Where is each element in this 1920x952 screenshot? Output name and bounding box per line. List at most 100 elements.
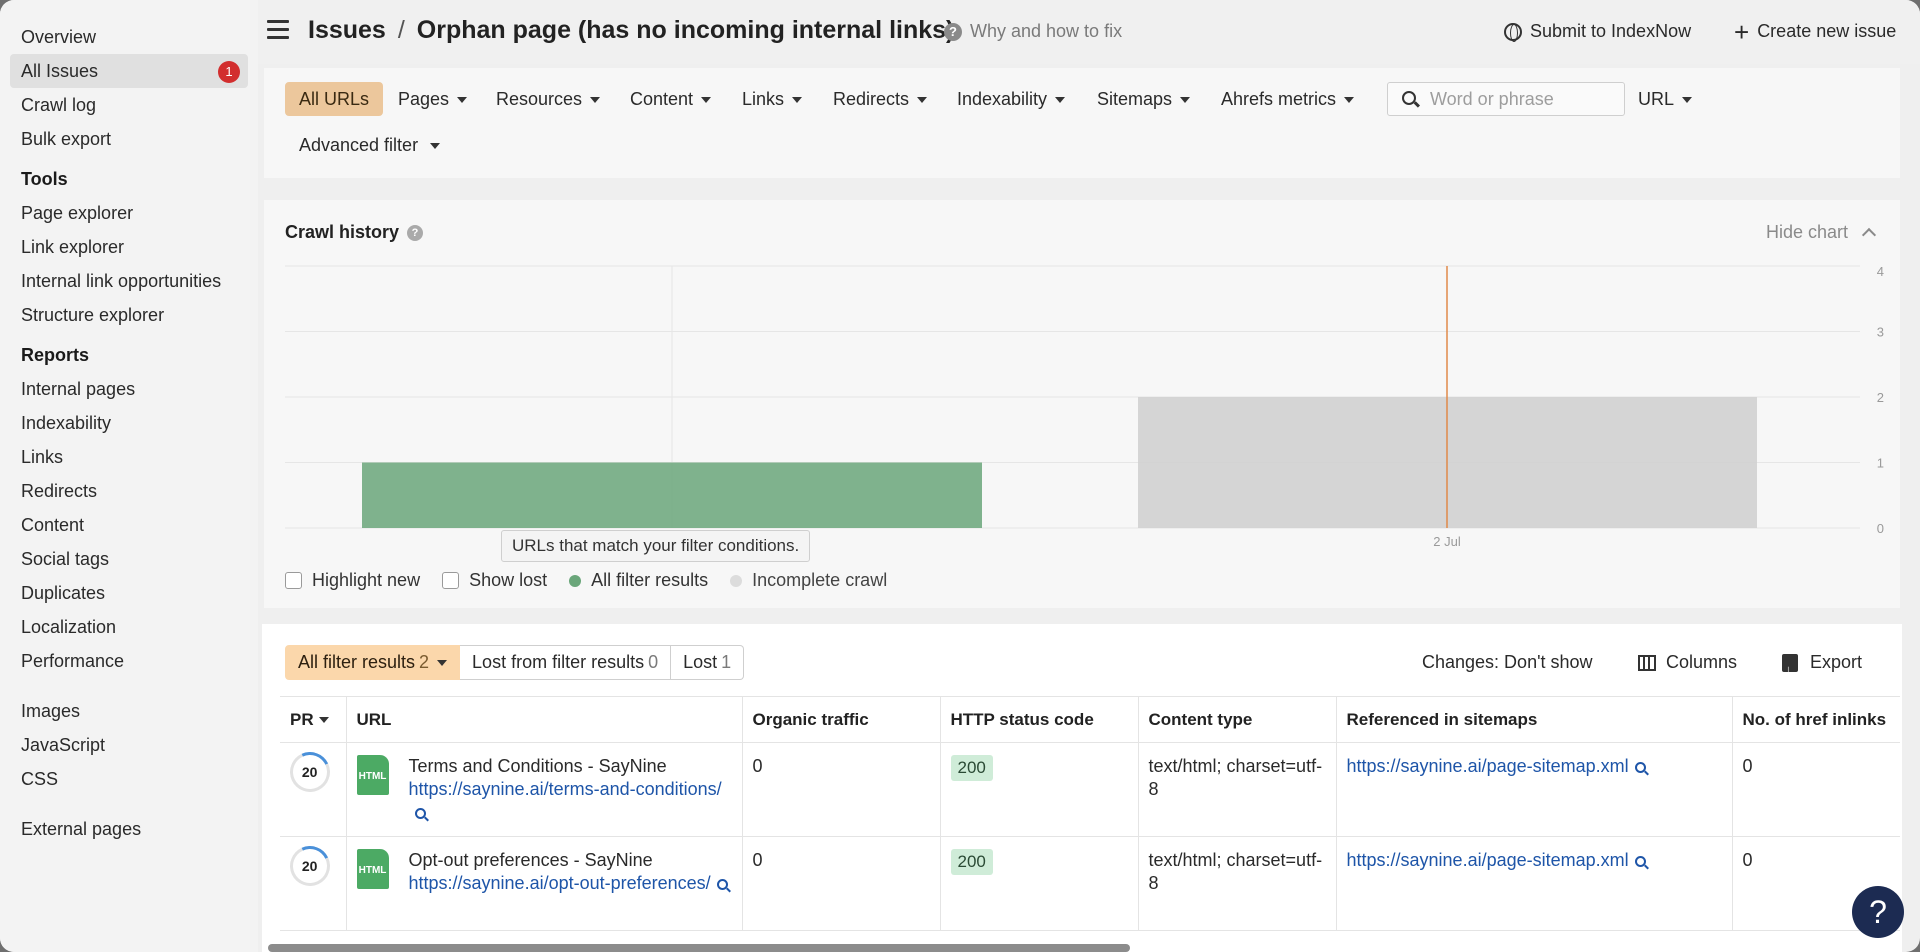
sidebar-item-javascript[interactable]: JavaScript xyxy=(10,728,248,762)
page-title: Orphan page (has no incoming internal li… xyxy=(416,16,955,44)
html-file-icon: HTML xyxy=(356,755,389,795)
filter-content[interactable]: Content xyxy=(630,82,712,116)
sidebar-item-social-tags[interactable]: Social tags xyxy=(10,542,248,576)
sidebar-item-crawl-log[interactable]: Crawl log xyxy=(10,88,248,122)
column-header-pr[interactable]: PR xyxy=(280,696,347,743)
column-header-content-type[interactable]: Content type xyxy=(1138,696,1337,743)
sidebar-item-overview[interactable]: Overview xyxy=(10,20,248,54)
filter-ahrefs-metrics[interactable]: Ahrefs metrics xyxy=(1221,82,1355,116)
sidebar-item-css[interactable]: CSS xyxy=(10,762,248,796)
legend-label: Incomplete crawl xyxy=(752,570,888,590)
filter-resources[interactable]: Resources xyxy=(496,82,601,116)
export-button[interactable]: Export xyxy=(1782,645,1863,687)
sidebar-item-content[interactable]: Content xyxy=(10,508,248,542)
sidebar-item-link-explorer[interactable]: Link explorer xyxy=(10,230,248,264)
help-button[interactable]: ? xyxy=(1852,886,1904,938)
filter-sitemaps[interactable]: Sitemaps xyxy=(1097,82,1191,116)
highlight-new-toggle[interactable]: Highlight new xyxy=(285,570,420,591)
sidebar-item-localization[interactable]: Localization xyxy=(10,610,248,644)
breadcrumb-root[interactable]: Issues xyxy=(308,16,386,44)
filter-redirects[interactable]: Redirects xyxy=(833,82,928,116)
filter-label: Indexability xyxy=(957,89,1048,109)
create-issue-button[interactable]: + Create new issue xyxy=(1734,19,1896,45)
changes-dropdown[interactable]: Changes: Don't show xyxy=(1422,645,1593,680)
tab-lost[interactable]: Lost 1 xyxy=(671,645,745,680)
x-tick-label: 2 Jul xyxy=(1433,534,1461,549)
search-icon[interactable] xyxy=(1634,761,1646,773)
sidebar-item-page-explorer[interactable]: Page explorer xyxy=(10,196,248,230)
tab-count: 1 xyxy=(721,652,732,672)
sidebar-item-indexability[interactable]: Indexability xyxy=(10,406,248,440)
tab-lost-from-filter-results[interactable]: Lost from filter results 0 xyxy=(460,645,672,680)
why-label: Why and how to fix xyxy=(970,21,1123,41)
search-icon[interactable] xyxy=(1634,855,1646,867)
sidebar-item-images[interactable]: Images xyxy=(10,694,248,728)
page-url-link[interactable]: https://saynine.ai/opt-out-preferences/ xyxy=(409,873,711,893)
advanced-filter-button[interactable]: Advanced filter xyxy=(299,128,441,162)
filter-label: Resources xyxy=(496,89,583,109)
sitemap-link[interactable]: https://saynine.ai/page-sitemap.xml xyxy=(1347,756,1629,776)
sidebar-item-bulk-export[interactable]: Bulk export xyxy=(10,122,248,156)
search-input[interactable] xyxy=(1430,83,1620,115)
organic-traffic-cell: 0 xyxy=(742,836,941,931)
caret-down-icon xyxy=(701,97,712,104)
pr-gauge: 20 xyxy=(284,746,336,798)
sidebar-item-internal-pages[interactable]: Internal pages xyxy=(10,372,248,406)
column-header-organic-traffic[interactable]: Organic traffic xyxy=(742,696,941,743)
sidebar-item-internal-link-opportunities[interactable]: Internal link opportunities xyxy=(10,264,248,298)
sidebar-heading-tools: Tools xyxy=(21,169,68,189)
legend-incomplete-crawl[interactable]: Incomplete crawl xyxy=(730,570,887,591)
crawl-history-chart: 0 1 2 3 4 2 Jul xyxy=(285,264,1884,549)
filter-all-urls[interactable]: All URLs xyxy=(285,82,384,116)
submit-indexnow-button[interactable]: Submit to IndexNow xyxy=(1504,21,1691,42)
header-label: PR xyxy=(290,709,314,729)
pr-value: 20 xyxy=(302,763,318,780)
search-icon[interactable] xyxy=(414,807,426,819)
caret-down-icon xyxy=(792,97,803,104)
columns-button[interactable]: Columns xyxy=(1638,645,1737,680)
filter-indexability[interactable]: Indexability xyxy=(957,82,1066,116)
search-icon[interactable] xyxy=(716,878,728,890)
filter-pages[interactable]: Pages xyxy=(398,82,468,116)
html-file-icon: HTML xyxy=(356,849,389,889)
pr-value: 20 xyxy=(302,857,318,874)
legend-all-filter-results[interactable]: All filter results xyxy=(569,570,708,591)
sidebar-item-external-pages[interactable]: External pages xyxy=(10,812,248,846)
horizontal-scrollbar[interactable] xyxy=(268,944,1130,952)
page-url-link[interactable]: https://saynine.ai/terms-and-conditions/ xyxy=(409,779,722,799)
caret-down-icon xyxy=(1344,97,1355,104)
checkbox[interactable] xyxy=(285,572,302,589)
results-table: PR URL Organic traffic HTTP status code … xyxy=(280,696,1900,931)
show-lost-toggle[interactable]: Show lost xyxy=(442,570,547,591)
filter-url-scope[interactable]: URL xyxy=(1638,82,1693,116)
column-header-url[interactable]: URL xyxy=(346,696,743,743)
filter-bar: All URLs Pages Resources Content Links R… xyxy=(264,68,1900,178)
sidebar-item-redirects[interactable]: Redirects xyxy=(10,474,248,508)
sitemap-link[interactable]: https://saynine.ai/page-sitemap.xml xyxy=(1347,850,1629,870)
menu-icon[interactable] xyxy=(267,20,289,40)
tab-all-filter-results[interactable]: All filter results 2 xyxy=(285,645,461,680)
caret-down-icon xyxy=(917,97,928,104)
sidebar-item-all-issues[interactable]: All Issues 1 xyxy=(10,54,248,88)
y-tick-label: 4 xyxy=(1877,264,1884,279)
export-label: Export xyxy=(1810,652,1863,672)
checkbox[interactable] xyxy=(442,572,460,589)
content-type-cell: text/html; charset=utf-8 xyxy=(1138,742,1337,837)
column-header-href-inlinks[interactable]: No. of href inlinks xyxy=(1732,696,1900,743)
sidebar-item-duplicates[interactable]: Duplicates xyxy=(10,576,248,610)
sidebar-item-links[interactable]: Links xyxy=(10,440,248,474)
bar-all-filter-results xyxy=(362,462,982,528)
filter-links[interactable]: Links xyxy=(742,82,803,116)
pr-cell: 20 xyxy=(280,742,347,837)
table-row: 20 HTML Opt-out preferences - SayNine ht… xyxy=(280,836,1900,931)
sidebar-item-structure-explorer[interactable]: Structure explorer xyxy=(10,298,248,332)
y-tick-label: 0 xyxy=(1877,521,1884,536)
why-and-how-link[interactable]: ? Why and how to fix xyxy=(944,21,1122,42)
sidebar-item-performance[interactable]: Performance xyxy=(10,644,248,678)
column-header-http-status[interactable]: HTTP status code xyxy=(940,696,1139,743)
column-header-sitemaps[interactable]: Referenced in sitemaps xyxy=(1336,696,1733,743)
legend-label: All filter results xyxy=(591,570,709,590)
caret-down-icon xyxy=(457,97,468,104)
caret-down-icon xyxy=(1055,97,1066,104)
search-box[interactable] xyxy=(1387,82,1625,116)
